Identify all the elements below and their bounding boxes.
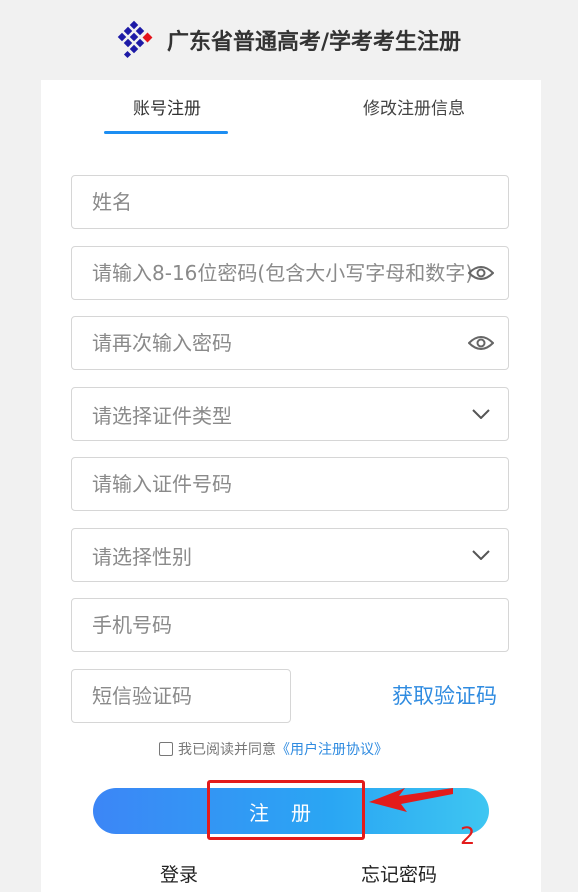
password-field[interactable] bbox=[71, 246, 509, 300]
phone-input[interactable] bbox=[72, 599, 472, 651]
forgot-password-link[interactable]: 忘记密码 bbox=[361, 860, 437, 887]
red-blue-diamond-logo-icon bbox=[117, 20, 153, 59]
chevron-down-icon bbox=[468, 542, 494, 568]
site-header: 广东省普通高考/学考考生注册 bbox=[0, 0, 578, 80]
annotation-arrow-icon bbox=[369, 788, 453, 812]
phone-field[interactable] bbox=[71, 598, 509, 652]
site-title: 广东省普通高考/学考考生注册 bbox=[166, 30, 462, 55]
agreement-link[interactable]: 《用户注册协议》 bbox=[276, 739, 388, 759]
id-number-input[interactable] bbox=[72, 458, 472, 510]
tab-account-register[interactable]: 账号注册 bbox=[133, 94, 201, 119]
eye-icon[interactable] bbox=[468, 260, 494, 286]
active-tab-indicator bbox=[104, 131, 228, 134]
password-confirm-field[interactable] bbox=[71, 316, 509, 370]
id-number-field[interactable] bbox=[71, 457, 509, 511]
name-field[interactable] bbox=[71, 175, 509, 229]
id-type-select[interactable]: 请选择证件类型 bbox=[71, 387, 509, 441]
password-input[interactable] bbox=[72, 247, 472, 299]
agreement-checkbox[interactable] bbox=[159, 742, 173, 756]
login-link[interactable]: 登录 bbox=[160, 860, 198, 887]
id-type-placeholder: 请选择证件类型 bbox=[92, 403, 232, 428]
annotation-highlight-box bbox=[207, 780, 365, 840]
tab-modify-register-info[interactable]: 修改注册信息 bbox=[363, 94, 465, 119]
sms-code-field[interactable] bbox=[71, 669, 291, 723]
sms-code-input[interactable] bbox=[72, 670, 272, 722]
password-confirm-input[interactable] bbox=[72, 317, 472, 369]
register-panel: 账号注册 修改注册信息 请选择证件类型 请选择性别 获取验证 bbox=[41, 80, 541, 892]
agreement-text: 我已阅读并同意 bbox=[178, 742, 276, 758]
gender-placeholder: 请选择性别 bbox=[92, 544, 192, 569]
agreement-row: 我已阅读并同意 《用户注册协议》 bbox=[159, 739, 388, 759]
chevron-down-icon bbox=[468, 401, 494, 427]
gender-select[interactable]: 请选择性别 bbox=[71, 528, 509, 582]
eye-icon[interactable] bbox=[468, 330, 494, 356]
get-code-button[interactable]: 获取验证码 bbox=[392, 680, 497, 710]
name-input[interactable] bbox=[72, 176, 472, 228]
annotation-number: 2 bbox=[460, 822, 476, 850]
